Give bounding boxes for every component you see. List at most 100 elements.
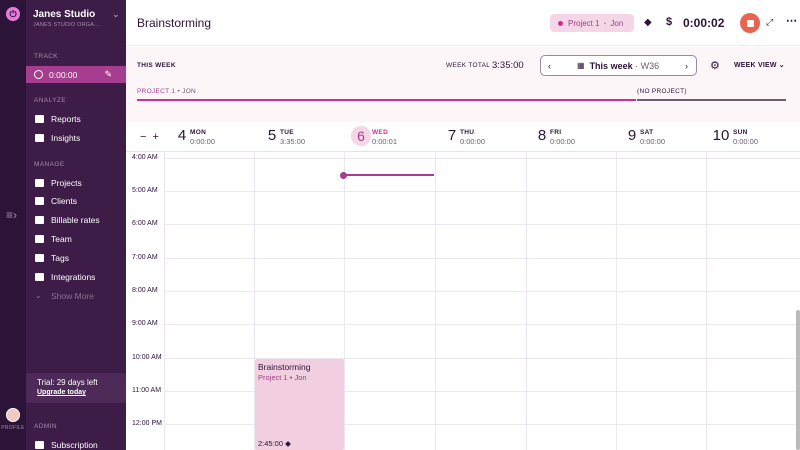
project-pill[interactable]: Project 1 • Jon [550, 14, 634, 32]
sidebar-item-label: Billable rates [51, 214, 100, 225]
sidebar-item-projects[interactable]: Projects [26, 174, 126, 191]
hour-label: 6:00 AM [132, 220, 158, 227]
team-icon [35, 234, 44, 243]
billable-dollar-icon[interactable]: $ [666, 16, 672, 28]
more-options-icon[interactable]: ⋯ [786, 14, 797, 27]
calendar-grid[interactable]: 4:00 AM 5:00 AM 6:00 AM 7:00 AM 8:00 AM … [126, 152, 800, 450]
hour-line [164, 158, 800, 159]
grid-divider [706, 152, 707, 450]
this-week-label: THIS WEEK [137, 62, 176, 69]
week-picker-label: This week · W36 [589, 60, 660, 71]
entry-title: Brainstorming [258, 362, 311, 372]
zoom-controls[interactable]: − + [140, 131, 159, 143]
hour-line [164, 224, 800, 225]
sidebar-item-label: Reports [51, 113, 81, 124]
sidebar-item-clients[interactable]: Clients [26, 192, 126, 209]
timer-display[interactable]: 0:00:02 [683, 16, 724, 30]
gear-icon[interactable]: ⚙ [710, 59, 720, 72]
time-entry-block[interactable]: Brainstorming Project 1 • Jon 2:45:00 ◆ [255, 359, 344, 450]
insights-icon [35, 133, 44, 142]
hour-label: 5:00 AM [132, 187, 158, 194]
stop-icon [746, 19, 754, 27]
day-name: WED [372, 129, 389, 136]
section-admin: ADMIN [34, 423, 57, 430]
workspace-name[interactable]: Janes Studio [33, 9, 95, 20]
sidebar-item-integrations[interactable]: Integrations [26, 268, 126, 285]
tag-icon[interactable]: ◆ [644, 17, 652, 28]
section-manage: MANAGE [34, 161, 65, 168]
day-number: 5 [267, 127, 277, 144]
day-total: 0:00:00 [640, 137, 666, 146]
bar-client-name: JON [182, 88, 197, 95]
sidebar-item-team[interactable]: Team [26, 230, 126, 247]
show-more-label: Show More [51, 290, 94, 301]
chevron-right-icon[interactable]: › [685, 61, 688, 71]
day-column-header: 9 SAT 0:00:00 [623, 127, 713, 149]
project-breakdown-bar [137, 99, 636, 101]
sidebar-item-timer[interactable]: 0:00:00 ✎ [26, 66, 126, 83]
scrollbar[interactable] [796, 310, 800, 450]
pencil-icon[interactable]: ✎ [104, 69, 112, 80]
no-project-label: (NO PROJECT) [637, 88, 687, 95]
week-number: W36 [640, 60, 660, 71]
week-view-dropdown[interactable]: WEEK VIEW ⌄ [734, 61, 785, 69]
tag-icon [35, 253, 44, 262]
section-track: TRACK [34, 53, 59, 60]
sidebar-item-label: Integrations [51, 271, 96, 282]
day-column-header: 8 FRI 0:00:00 [533, 127, 623, 149]
day-total: 0:00:00 [550, 137, 576, 146]
day-number: 6 [351, 126, 371, 146]
week-total-label: WEEK TOTAL [446, 62, 491, 69]
entry-duration: 2:45:00 ◆ [258, 439, 291, 448]
avatar[interactable] [6, 408, 20, 422]
expand-icon[interactable]: ⤢ [766, 17, 773, 28]
hour-label: 7:00 AM [132, 254, 158, 261]
show-more-button[interactable]: ⌄ Show More [26, 287, 126, 304]
upgrade-link[interactable]: Upgrade today [37, 389, 86, 396]
entry-project-name: Project 1 [258, 373, 288, 382]
collapse-sidebar-icon[interactable]: ≡› [6, 208, 17, 222]
day-number: 10 [712, 127, 730, 144]
week-picker[interactable]: ‹ ▦ This week · W36 › [540, 55, 697, 76]
sidebar-item-label: Clients [51, 195, 77, 206]
sidebar-item-label: Projects [51, 177, 82, 188]
chevron-left-icon[interactable]: ‹ [548, 61, 551, 71]
entry-description-input[interactable]: Brainstorming [137, 16, 211, 30]
grid-divider [435, 152, 436, 450]
grid-divider [616, 152, 617, 450]
day-total: 3:35:00 [280, 137, 306, 146]
sidebar-item-tags[interactable]: Tags [26, 249, 126, 266]
stop-button[interactable] [740, 13, 760, 33]
sidebar-item-insights[interactable]: Insights [26, 129, 126, 146]
week-label: This week [589, 60, 633, 71]
day-name: TUE [280, 129, 294, 136]
profile-label[interactable]: PROFILE [1, 425, 25, 431]
day-total: 0:00:00 [733, 137, 759, 146]
entry-client-name: Jon [294, 373, 307, 382]
running-entry-indicator[interactable] [344, 174, 434, 176]
app-rail: ⏻ ≡› PROFILE [0, 0, 26, 450]
day-name: SAT [640, 129, 654, 136]
current-time-dot [340, 171, 347, 179]
sidebar-item-subscription[interactable]: Subscription [26, 436, 126, 450]
day-total: 0:00:00 [460, 137, 486, 146]
hour-label: 10:00 AM [132, 354, 162, 361]
day-total: 0:00:01 [372, 137, 398, 146]
sidebar-item-reports[interactable]: Reports [26, 110, 126, 127]
hour-line [164, 191, 800, 192]
trial-text: Trial: 29 days left [37, 378, 98, 387]
running-time: 0:00:00 [49, 69, 78, 80]
section-analyze: ANALYZE [34, 97, 66, 104]
grid-divider [164, 152, 165, 450]
day-name: FRI [550, 129, 562, 136]
day-column-header: 4 MON 0:00:00 [173, 127, 263, 149]
project-breakdown-label: PROJECT 1 • JON [137, 88, 197, 95]
toggl-logo-icon[interactable]: ⏻ [6, 7, 20, 21]
day-name: THU [460, 129, 475, 136]
chevron-down-icon[interactable]: ⌄ [112, 9, 120, 20]
no-project-bar [637, 99, 786, 101]
sidebar-item-billable-rates[interactable]: Billable rates [26, 211, 126, 228]
week-toolbar: THIS WEEK WEEK TOTAL 3:35:00 ‹ ▦ This we… [126, 47, 800, 122]
separator-dot: • [603, 18, 607, 28]
day-total: 0:00:00 [190, 137, 216, 146]
